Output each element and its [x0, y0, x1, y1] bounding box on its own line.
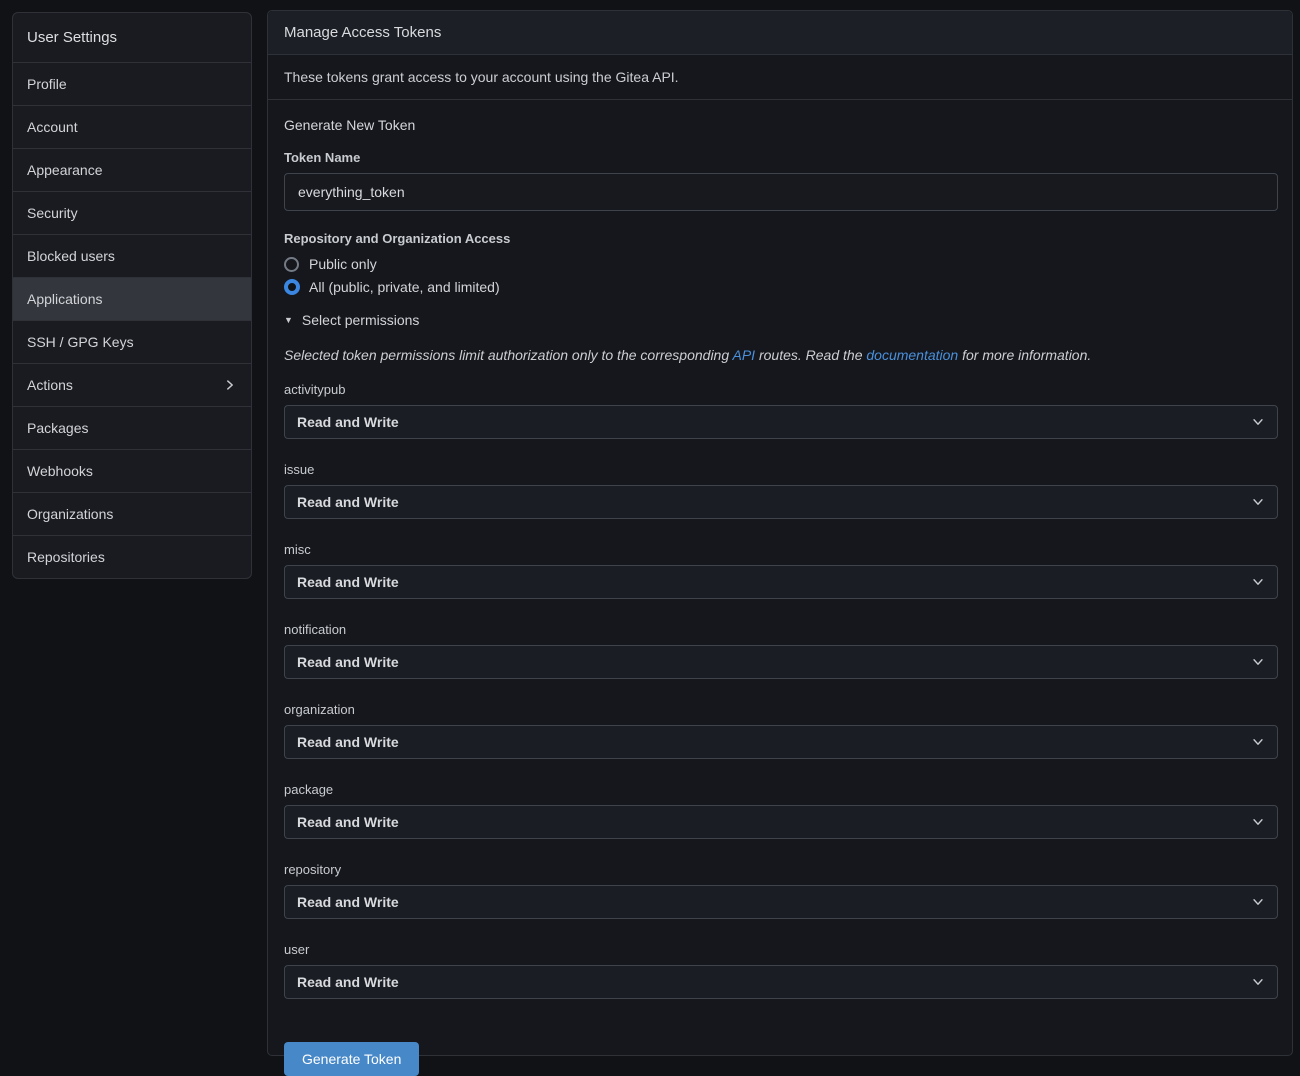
permission-group-repository: repository Read and Write: [284, 862, 1276, 919]
sidebar-item-label: Organizations: [27, 506, 113, 522]
permission-group-notification: notification Read and Write: [284, 622, 1276, 679]
settings-sidebar: User Settings Profile Account Appearance…: [12, 12, 252, 579]
select-value: Read and Write: [297, 654, 399, 670]
chevron-down-icon: [1251, 815, 1265, 829]
sidebar-item-applications[interactable]: Applications: [13, 277, 251, 320]
sidebar-item-packages[interactable]: Packages: [13, 406, 251, 449]
sidebar-item-profile[interactable]: Profile: [13, 62, 251, 105]
section-title: Generate New Token: [284, 117, 1276, 133]
radio-label: Public only: [309, 256, 377, 272]
sidebar-item-label: Blocked users: [27, 248, 115, 264]
note-text: Selected token permissions limit authori…: [284, 347, 733, 363]
sidebar-item-label: SSH / GPG Keys: [27, 334, 134, 350]
select-value: Read and Write: [297, 494, 399, 510]
permission-group-user: user Read and Write: [284, 942, 1276, 999]
select-permissions-label: Select permissions: [302, 312, 420, 328]
permission-name: repository: [284, 862, 1276, 877]
permission-group-organization: organization Read and Write: [284, 702, 1276, 759]
permission-select-misc[interactable]: Read and Write: [284, 565, 1278, 599]
chevron-down-icon: [1251, 655, 1265, 669]
sidebar-item-label: Profile: [27, 76, 67, 92]
permission-name: notification: [284, 622, 1276, 637]
note-text: routes. Read the: [755, 347, 866, 363]
sidebar-item-security[interactable]: Security: [13, 191, 251, 234]
sidebar-item-label: Packages: [27, 420, 88, 436]
note-text: for more information.: [958, 347, 1091, 363]
token-name-label: Token Name: [284, 150, 1276, 165]
sidebar-item-appearance[interactable]: Appearance: [13, 148, 251, 191]
permission-select-issue[interactable]: Read and Write: [284, 485, 1278, 519]
permission-group-package: package Read and Write: [284, 782, 1276, 839]
permission-name: organization: [284, 702, 1276, 717]
select-value: Read and Write: [297, 894, 399, 910]
permission-name: user: [284, 942, 1276, 957]
select-value: Read and Write: [297, 734, 399, 750]
permission-select-repository[interactable]: Read and Write: [284, 885, 1278, 919]
permissions-note: Selected token permissions limit authori…: [284, 347, 1276, 363]
permission-group-activitypub: activitypub Read and Write: [284, 382, 1276, 439]
permission-name: activitypub: [284, 382, 1276, 397]
chevron-right-icon: [223, 378, 237, 392]
sidebar-item-repositories[interactable]: Repositories: [13, 535, 251, 578]
select-permissions-toggle[interactable]: ▼ Select permissions: [284, 312, 419, 328]
sidebar-item-webhooks[interactable]: Webhooks: [13, 449, 251, 492]
permission-name: issue: [284, 462, 1276, 477]
sidebar-item-label: Security: [27, 205, 78, 221]
chevron-down-icon: [1251, 495, 1265, 509]
triangle-down-icon: ▼: [284, 315, 293, 325]
radio-all-access[interactable]: All (public, private, and limited): [284, 279, 500, 295]
sidebar-title: User Settings: [13, 13, 251, 62]
chevron-down-icon: [1251, 415, 1265, 429]
permission-group-issue: issue Read and Write: [284, 462, 1276, 519]
sidebar-item-label: Webhooks: [27, 463, 93, 479]
permission-name: misc: [284, 542, 1276, 557]
radio-icon: [284, 257, 299, 272]
sidebar-item-account[interactable]: Account: [13, 105, 251, 148]
select-value: Read and Write: [297, 974, 399, 990]
sidebar-item-actions[interactable]: Actions: [13, 363, 251, 406]
radio-public-only[interactable]: Public only: [284, 256, 377, 272]
panel-title: Manage Access Tokens: [268, 11, 1292, 55]
permission-select-activitypub[interactable]: Read and Write: [284, 405, 1278, 439]
manage-access-tokens-panel: Manage Access Tokens These tokens grant …: [267, 10, 1293, 1056]
select-value: Read and Write: [297, 814, 399, 830]
sidebar-item-label: Applications: [27, 291, 103, 307]
api-link[interactable]: API: [733, 347, 756, 363]
permission-group-misc: misc Read and Write: [284, 542, 1276, 599]
token-name-input[interactable]: [284, 173, 1278, 211]
chevron-down-icon: [1251, 575, 1265, 589]
sidebar-item-organizations[interactable]: Organizations: [13, 492, 251, 535]
generate-token-form: Generate New Token Token Name Repository…: [268, 100, 1292, 1076]
permission-select-organization[interactable]: Read and Write: [284, 725, 1278, 759]
select-value: Read and Write: [297, 574, 399, 590]
generate-token-button[interactable]: Generate Token: [284, 1042, 419, 1076]
panel-description: These tokens grant access to your accoun…: [268, 55, 1292, 100]
access-scope-label: Repository and Organization Access: [284, 231, 1276, 246]
permission-select-notification[interactable]: Read and Write: [284, 645, 1278, 679]
sidebar-item-label: Repositories: [27, 549, 105, 565]
chevron-down-icon: [1251, 975, 1265, 989]
radio-icon: [284, 279, 300, 295]
user-settings-page: User Settings Profile Account Appearance…: [0, 0, 1300, 1066]
sidebar-item-ssh-gpg-keys[interactable]: SSH / GPG Keys: [13, 320, 251, 363]
sidebar-item-blocked-users[interactable]: Blocked users: [13, 234, 251, 277]
sidebar-item-label: Appearance: [27, 162, 103, 178]
permission-select-user[interactable]: Read and Write: [284, 965, 1278, 999]
sidebar-item-label: Account: [27, 119, 78, 135]
select-value: Read and Write: [297, 414, 399, 430]
sidebar-item-label: Actions: [27, 377, 73, 393]
chevron-down-icon: [1251, 895, 1265, 909]
documentation-link[interactable]: documentation: [866, 347, 958, 363]
permission-name: package: [284, 782, 1276, 797]
chevron-down-icon: [1251, 735, 1265, 749]
radio-label: All (public, private, and limited): [309, 279, 500, 295]
permission-select-package[interactable]: Read and Write: [284, 805, 1278, 839]
